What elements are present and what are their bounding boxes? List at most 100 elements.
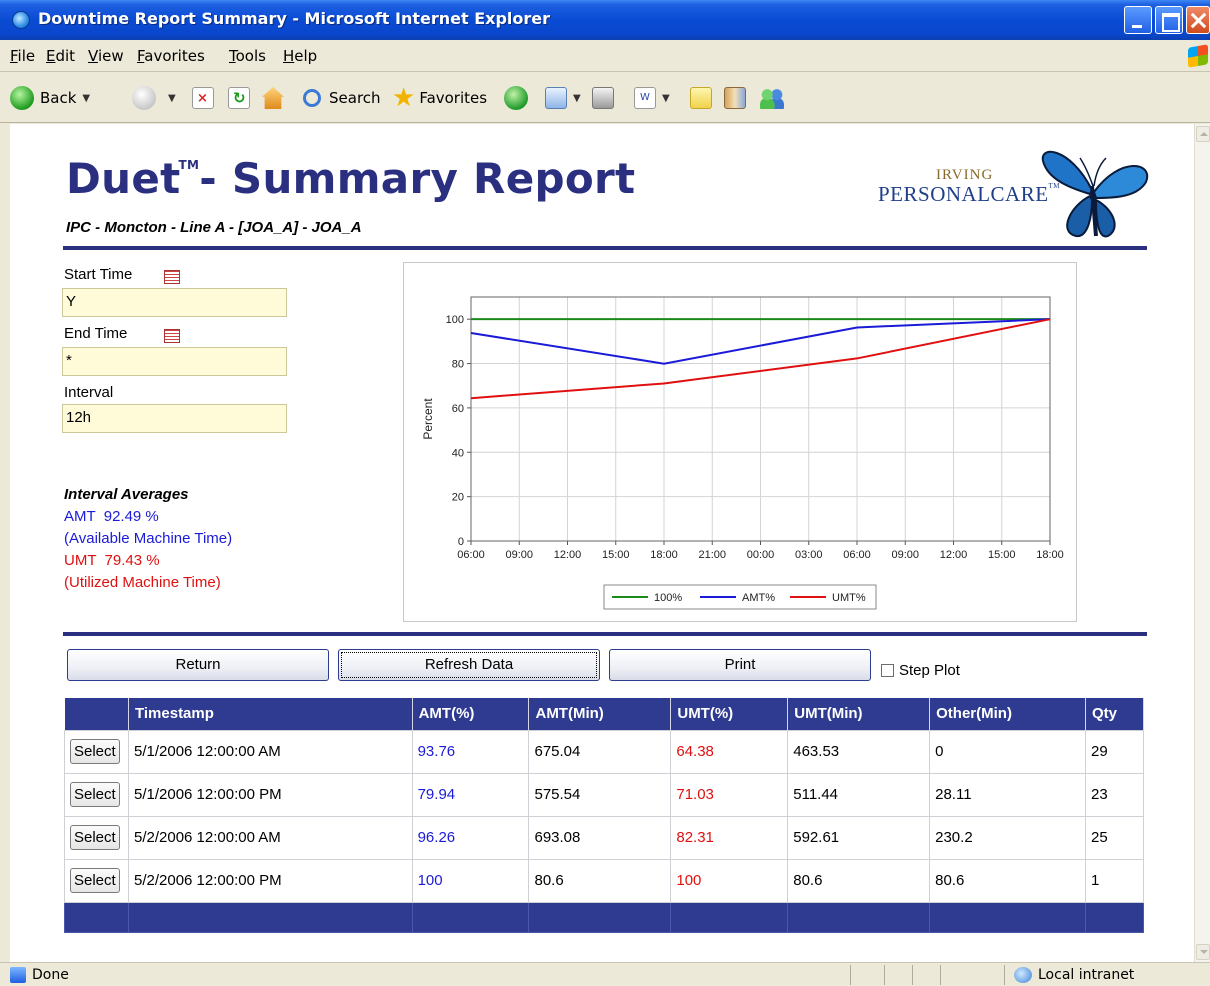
mail-icon <box>545 87 567 109</box>
search-icon <box>303 89 321 107</box>
qty-cell: 23 <box>1084 772 1145 817</box>
qty-cell: 25 <box>1084 815 1145 860</box>
menu-bar: File Edit View Favorites Tools Help <box>0 40 1210 72</box>
column-header-umt-min: UMT(Min) <box>787 698 931 730</box>
x-tick-label: 06:00 <box>843 549 871 561</box>
start-calendar-icon[interactable] <box>164 270 180 284</box>
minimize-button[interactable] <box>1124 6 1152 34</box>
scroll-down-icon[interactable] <box>1196 944 1210 960</box>
edit-dropdown-icon[interactable]: ▼ <box>662 93 670 104</box>
menu-file[interactable]: File <box>10 47 35 65</box>
umt-percent-cell: 71.03 <box>670 772 789 817</box>
step-plot-label: Step Plot <box>899 662 960 679</box>
menu-help[interactable]: Help <box>283 47 317 65</box>
status-panel <box>1004 965 1005 985</box>
status-text: Done <box>32 967 69 983</box>
forward-dropdown-icon[interactable]: ▼ <box>168 93 176 104</box>
mail-dropdown-icon[interactable]: ▼ <box>573 93 581 104</box>
amt-min-cell: 80.6 <box>528 858 672 903</box>
x-tick-label: 03:00 <box>795 549 823 561</box>
mail-button[interactable]: ▼ <box>545 84 581 112</box>
umt-min-cell: 463.53 <box>787 729 931 774</box>
y-axis-label: Percent <box>421 398 435 440</box>
y-tick-label: 0 <box>458 536 464 548</box>
x-tick-label: 12:00 <box>940 549 968 561</box>
print-button[interactable]: Print <box>609 649 871 681</box>
end-time-field[interactable]: * <box>62 347 287 376</box>
umt-min-cell: 80.6 <box>787 858 931 903</box>
qty-cell: 1 <box>1084 858 1145 903</box>
forward-button[interactable]: ▼ <box>132 84 176 112</box>
edit-button[interactable]: W ▼ <box>634 84 670 112</box>
amt-percent-cell: 100 <box>411 858 530 903</box>
chart-svg: 06:00 09:00 12:00 15:00 18:00 21:00 00:00 03:00… <box>421 296 1064 610</box>
scroll-up-icon[interactable] <box>1196 126 1210 142</box>
page-content: DuetTM- Summary Report IPC - Moncton - L… <box>10 124 1194 962</box>
status-bar: Done Local intranet <box>0 962 1210 986</box>
legend-label: UMT% <box>832 592 866 604</box>
refresh-data-button[interactable]: Refresh Data <box>338 649 600 681</box>
menu-favorites[interactable]: Favorites <box>137 47 205 65</box>
favorites-button[interactable]: ★ Favorites <box>392 84 487 112</box>
note-button[interactable] <box>690 84 712 112</box>
column-header-other-min: Other(Min) <box>929 698 1086 730</box>
step-plot-checkbox[interactable] <box>881 664 894 677</box>
end-calendar-icon[interactable] <box>164 329 180 343</box>
timestamp-cell: 5/1/2006 12:00:00 AM <box>127 729 413 774</box>
chart-divider <box>63 632 1147 636</box>
other-min-cell: 80.6 <box>929 858 1086 903</box>
other-min-cell: 0 <box>929 729 1086 774</box>
menu-tools[interactable]: Tools <box>229 47 266 65</box>
history-button[interactable] <box>504 84 534 112</box>
printer-icon <box>592 87 614 109</box>
window-titlebar: Downtime Report Summary - Microsoft Inte… <box>0 0 1210 40</box>
y-tick-label: 40 <box>452 447 464 459</box>
close-button[interactable] <box>1186 6 1210 34</box>
line-subtitle: IPC - Moncton - Line A - [JOA_A] - JOA_A <box>66 219 362 236</box>
search-button[interactable]: Search <box>303 84 381 112</box>
x-tick-label: 09:00 <box>505 549 533 561</box>
vertical-scrollbar[interactable] <box>1194 124 1210 962</box>
search-label: Search <box>329 89 381 107</box>
research-button[interactable] <box>724 84 746 112</box>
maximize-button[interactable] <box>1155 6 1183 34</box>
messenger-icon <box>760 87 784 109</box>
start-time-field[interactable]: Y <box>62 288 287 317</box>
x-tick-label: 18:00 <box>650 549 678 561</box>
history-icon <box>504 86 528 110</box>
column-header-amt-min: AMT(Min) <box>528 698 672 730</box>
qty-cell: 29 <box>1084 729 1145 774</box>
select-button[interactable]: Select <box>70 739 120 764</box>
table-row: Select 5/2/2006 12:00:00 PM 100 80.6 100… <box>64 858 1145 903</box>
messenger-button[interactable] <box>760 84 784 112</box>
timestamp-cell: 5/2/2006 12:00:00 PM <box>127 858 413 903</box>
percent-chart: 06:00 09:00 12:00 15:00 18:00 21:00 00:00 03:00… <box>403 262 1077 622</box>
x-tick-label: 09:00 <box>891 549 919 561</box>
x-tick-label: 21:00 <box>698 549 726 561</box>
stop-button[interactable]: × <box>192 84 214 112</box>
home-icon <box>262 87 284 109</box>
title-trademark: TM <box>178 158 200 172</box>
print-toolbar-button[interactable] <box>592 84 614 112</box>
refresh-button[interactable]: ↻ <box>228 84 250 112</box>
select-button[interactable]: Select <box>70 825 120 850</box>
column-header-qty: Qty <box>1085 698 1145 730</box>
umt-description: (Utilized Machine Time) <box>64 574 221 591</box>
y-tick-label: 60 <box>452 403 464 415</box>
select-button[interactable]: Select <box>70 782 120 807</box>
back-button[interactable]: Back ▼ <box>10 84 90 112</box>
menu-edit[interactable]: Edit <box>46 47 75 65</box>
window-title: Downtime Report Summary - Microsoft Inte… <box>38 9 551 28</box>
return-button[interactable]: Return <box>67 649 329 681</box>
refresh-icon: ↻ <box>228 87 250 109</box>
back-label: Back <box>40 89 77 107</box>
end-time-label: End Time <box>64 325 128 342</box>
select-button[interactable]: Select <box>70 868 120 893</box>
windows-flag-icon <box>1188 44 1208 68</box>
home-button[interactable] <box>262 84 284 112</box>
back-dropdown-icon[interactable]: ▼ <box>82 93 90 104</box>
amt-min-cell: 575.54 <box>528 772 672 817</box>
menu-view[interactable]: View <box>88 47 124 65</box>
note-icon <box>690 87 712 109</box>
interval-field[interactable]: 12h <box>62 404 287 433</box>
